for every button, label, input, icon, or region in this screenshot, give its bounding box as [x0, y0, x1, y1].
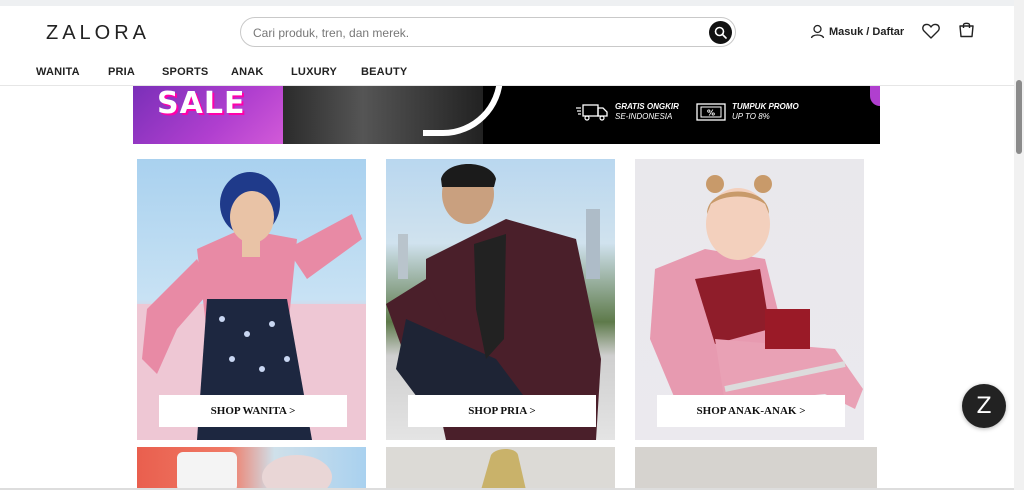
banner-curve-decoration	[423, 86, 503, 136]
zalora-logo[interactable]: ZALORA	[46, 22, 150, 45]
user-icon	[810, 24, 825, 39]
nav-item-beauty[interactable]: BEAUTY	[361, 66, 407, 78]
category-card-accessories-partial[interactable]	[386, 447, 615, 490]
gold-bag-image	[481, 449, 526, 490]
stack-promo: % TUMPUK PROMO UP TO 8%	[696, 102, 799, 122]
nav-item-pria[interactable]: PRIA	[108, 66, 135, 78]
category-card-anak[interactable]: SHOP ANAK-ANAK >	[635, 159, 864, 440]
category-card-pria[interactable]: SHOP PRIA >	[386, 159, 615, 440]
nav-item-anak[interactable]: ANAK	[231, 66, 264, 78]
delivery-truck-icon	[576, 104, 608, 121]
login-register-label: Masuk / Daftar	[829, 25, 905, 38]
banner-purple-corner	[870, 86, 880, 106]
svg-text:%: %	[707, 109, 715, 118]
promo1-line2: SE-INDONESIA	[615, 112, 673, 121]
search-icon	[714, 26, 727, 39]
category-card-beauty-partial[interactable]	[137, 447, 366, 490]
shop-pria-button[interactable]: SHOP PRIA >	[408, 395, 596, 427]
shop-wanita-button[interactable]: SHOP WANITA >	[159, 395, 347, 427]
search-button[interactable]	[709, 21, 732, 44]
promo1-line1: GRATIS ONGKIR	[615, 102, 679, 111]
sale-banner[interactable]: SALE GRATIS ONGKIR SE-INDONESIA % TUMPUK…	[133, 86, 880, 144]
zalora-chat-button[interactable]: Z	[962, 384, 1006, 428]
scrollbar-thumb[interactable]	[1016, 80, 1022, 154]
shop-anak-anak-button[interactable]: SHOP ANAK-ANAK >	[657, 395, 845, 427]
free-shipping-promo: GRATIS ONGKIR SE-INDONESIA	[575, 102, 679, 122]
category-card-wanita[interactable]: SHOP WANITA >	[137, 159, 366, 440]
site-header: ZALORA Masuk / Daftar	[0, 6, 1014, 58]
wishlist-button[interactable]	[922, 23, 940, 44]
voucher-icon: %	[696, 103, 726, 121]
banner-purple-panel: SALE	[133, 86, 283, 144]
search-bar	[240, 17, 736, 47]
heart-icon	[922, 23, 940, 39]
promo2-line1: TUMPUK PROMO	[732, 102, 799, 111]
category-card-luxury-partial[interactable]	[635, 447, 877, 490]
beauty-product-image	[177, 452, 332, 490]
nav-item-sports[interactable]: SPORTS	[162, 66, 208, 78]
nav-item-luxury[interactable]: LUXURY	[291, 66, 337, 78]
promo2-line2: UP TO 8%	[732, 112, 770, 121]
search-input[interactable]	[253, 24, 693, 42]
category-nav: WANITA PRIA SPORTS ANAK LUXURY BEAUTY	[0, 60, 1014, 86]
shopping-bag-icon	[959, 22, 974, 38]
sale-text: SALE	[157, 86, 246, 121]
shopping-bag-button[interactable]	[958, 21, 975, 43]
login-register-link[interactable]: Masuk / Daftar	[810, 24, 904, 39]
nav-item-wanita[interactable]: WANITA	[36, 66, 80, 78]
page-scrollbar[interactable]	[1014, 0, 1024, 490]
